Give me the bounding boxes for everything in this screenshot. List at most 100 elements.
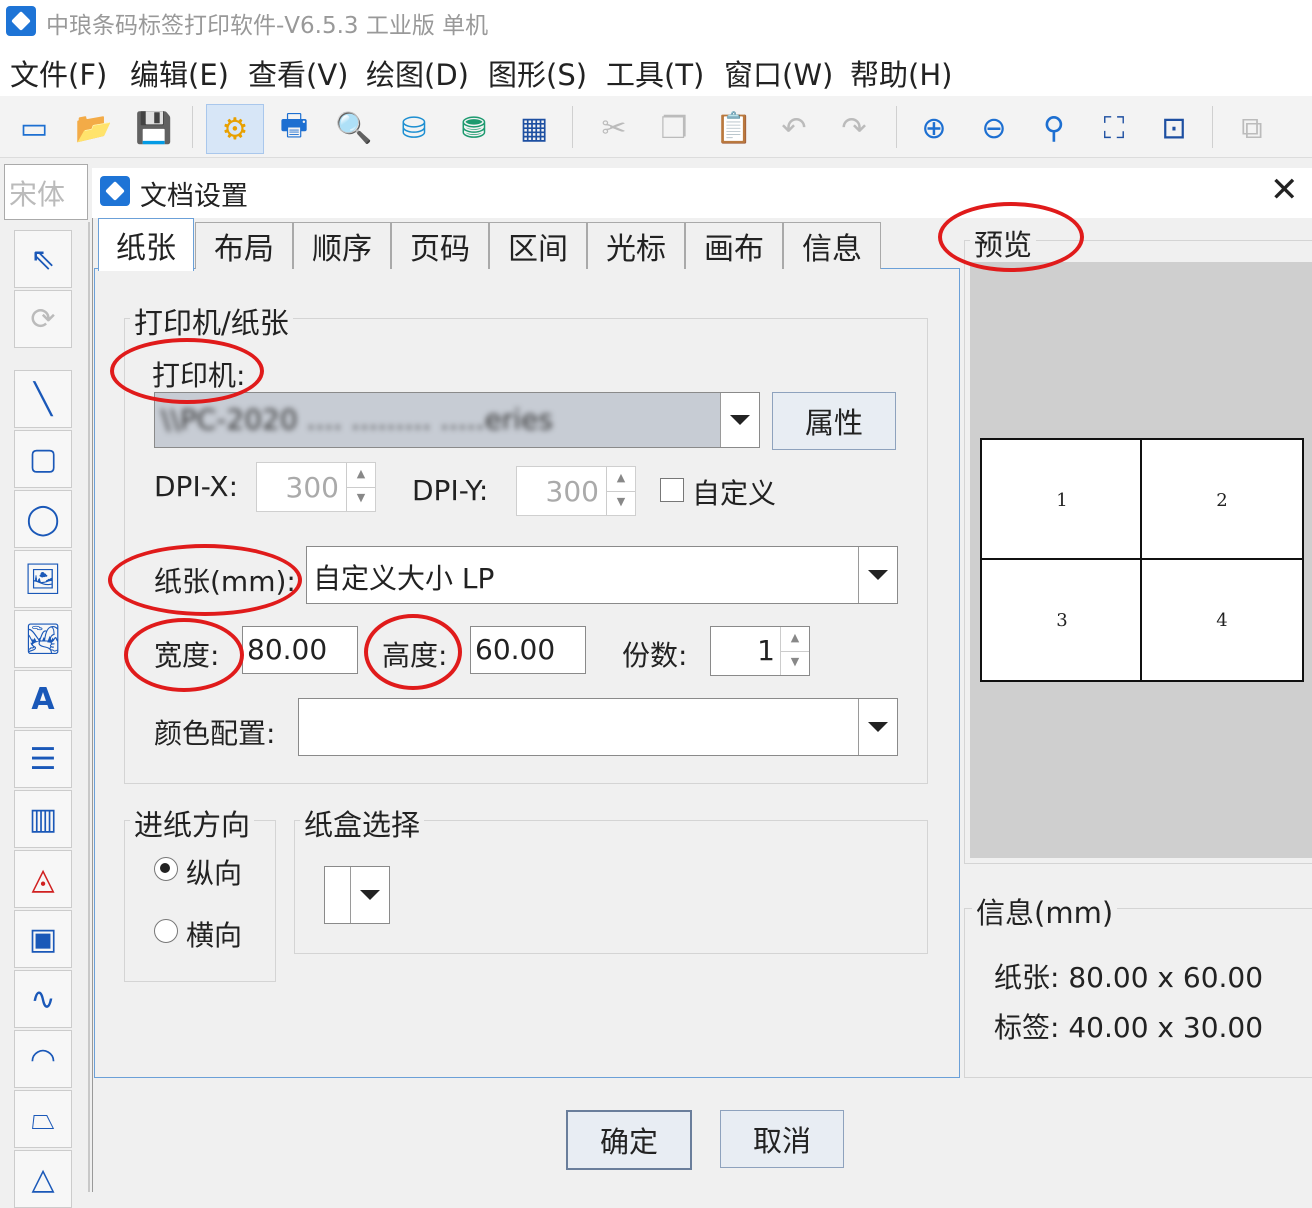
color-config-select[interactable] xyxy=(298,698,898,756)
fit-window-icon[interactable]: ⊡ xyxy=(1150,104,1198,152)
toolbar: ▭ 📂 💾 ⚙ 🖶 🔍 ⛁ ⛃ ▦ ✂ ❐ 📋 ↶ ↷ ⊕ ⊖ ⚲ ⛶ ⊡ ⧉ xyxy=(0,96,1312,158)
tab-page-number[interactable]: 页码 xyxy=(391,222,489,269)
copies-spinner[interactable]: ▲ ▼ xyxy=(780,627,809,675)
custom-checkbox[interactable] xyxy=(660,478,684,502)
zoom-out-icon[interactable]: ⊖ xyxy=(970,104,1018,152)
font-name-box[interactable]: 宋体 xyxy=(4,164,88,220)
dpi-x-label: DPI-X: xyxy=(154,470,239,503)
tab-range[interactable]: 区间 xyxy=(489,222,587,269)
qrcode-tool-icon[interactable]: ▣ xyxy=(14,910,72,968)
dialog-title-bar xyxy=(92,168,1312,218)
rich-text-tool-icon[interactable]: ☰ xyxy=(14,730,72,788)
triangle-tool-icon[interactable]: △ xyxy=(14,1150,72,1208)
cancel-button[interactable]: 取消 xyxy=(720,1110,844,1168)
preview-label-cell: 2 xyxy=(1140,438,1304,562)
polygon-tool-icon[interactable]: ◬ xyxy=(14,850,72,908)
zoom-in-icon[interactable]: ⊕ xyxy=(910,104,958,152)
info-label-size: 标签: 40.00 x 30.00 xyxy=(994,1011,1264,1044)
dpi-x-field[interactable]: 300 ▲ ▼ xyxy=(256,462,376,512)
select-tool-icon[interactable]: ⇖ xyxy=(14,230,72,288)
annotation-circle-height xyxy=(364,614,462,690)
rotate-tool-icon[interactable]: ⟳ xyxy=(14,290,72,348)
menu-window[interactable]: 窗口(W) xyxy=(724,52,833,94)
menu-edit[interactable]: 编辑(E) xyxy=(130,52,229,94)
portrait-radio[interactable] xyxy=(154,857,178,881)
landscape-radio[interactable] xyxy=(154,919,178,943)
app-title: 中琅条码标签打印软件-V6.5.3 工业版 单机 xyxy=(46,13,489,39)
copy-icon[interactable]: ❐ xyxy=(650,104,698,152)
print-icon[interactable]: 🖶 xyxy=(270,104,318,152)
save-icon[interactable]: 💾 xyxy=(130,104,178,152)
image-tool-icon[interactable]: 🖼 xyxy=(14,550,72,608)
annotation-circle-printer xyxy=(110,338,264,404)
preview-label-cell: 1 xyxy=(980,438,1144,562)
paper-tray-select[interactable] xyxy=(324,866,390,924)
menu-help[interactable]: 帮助(H) xyxy=(850,52,952,94)
landscape-label: 横向 xyxy=(186,919,243,952)
printer-select[interactable]: \\PC-2020 .... ......... .....eries xyxy=(154,392,760,448)
preview-label-cell: 3 xyxy=(980,558,1144,682)
barcode-tool-icon[interactable]: ▥ xyxy=(14,790,72,848)
chevron-down-icon[interactable] xyxy=(720,393,759,447)
print-preview-icon[interactable]: 🔍 xyxy=(330,104,378,152)
line-tool-icon[interactable]: ╲ xyxy=(14,370,72,428)
free-shape-tool-icon[interactable]: ⏢ xyxy=(14,1090,72,1148)
ok-button[interactable]: 确定 xyxy=(566,1110,692,1170)
database-refresh-icon[interactable]: ⛃ xyxy=(450,104,498,152)
properties-button[interactable]: 属性 xyxy=(772,392,896,450)
dpi-y-label: DPI-Y: xyxy=(412,474,489,507)
close-icon[interactable]: ✕ xyxy=(1270,170,1299,210)
dpi-y-spinner[interactable]: ▲ ▼ xyxy=(606,467,635,515)
menu-view[interactable]: 查看(V) xyxy=(248,52,348,94)
portrait-label: 纵向 xyxy=(186,857,243,890)
tab-paper[interactable]: 纸张 xyxy=(98,218,194,271)
paper-size-select[interactable]: 自定义大小 LP xyxy=(306,546,898,604)
undo-icon[interactable]: ↶ xyxy=(770,104,818,152)
copies-field[interactable]: 1 ▲ ▼ xyxy=(710,626,810,676)
printer-value: \\PC-2020 .... ......... .....eries xyxy=(161,403,553,436)
feed-direction-group xyxy=(124,820,276,982)
align-icon[interactable]: ⧉ xyxy=(1228,104,1276,152)
zoom-icon[interactable]: ⚲ xyxy=(1030,104,1078,152)
height-field[interactable]: 60.00 xyxy=(470,626,586,674)
curve-tool-icon[interactable]: ∿ xyxy=(14,970,72,1028)
doc-settings-icon[interactable]: ⚙ xyxy=(206,104,264,154)
dpi-x-spinner[interactable]: ▲ ▼ xyxy=(346,463,375,511)
menu-shape[interactable]: 图形(S) xyxy=(488,52,587,94)
tab-info[interactable]: 信息 xyxy=(783,222,881,269)
arc-tool-icon[interactable]: ◠ xyxy=(14,1030,72,1088)
info-label: 信息(mm) xyxy=(972,890,1118,932)
tab-cursor[interactable]: 光标 xyxy=(587,222,685,269)
printer-paper-group-label: 打印机/纸张 xyxy=(130,300,293,342)
annotation-circle-paper xyxy=(108,544,302,616)
redo-icon[interactable]: ↷ xyxy=(830,104,878,152)
chevron-down-icon[interactable] xyxy=(350,867,389,923)
open-icon[interactable]: 📂 xyxy=(70,104,118,152)
info-paper-size: 纸张: 80.00 x 60.00 xyxy=(994,961,1264,994)
menu-draw[interactable]: 绘图(D) xyxy=(366,52,469,94)
rect-tool-icon[interactable]: ▢ xyxy=(14,430,72,488)
database-icon[interactable]: ⛁ xyxy=(390,104,438,152)
ellipse-tool-icon[interactable]: ◯ xyxy=(14,490,72,548)
width-field[interactable]: 80.00 xyxy=(242,626,358,674)
dialog-title: 文档设置 xyxy=(140,181,248,212)
fit-page-icon[interactable]: ⛶ xyxy=(1090,104,1138,152)
paste-icon[interactable]: 📋 xyxy=(710,104,758,152)
image2-tool-icon[interactable]: 🏞 xyxy=(14,610,72,668)
grid-icon[interactable]: ▦ xyxy=(510,104,558,152)
tab-layout[interactable]: 布局 xyxy=(195,222,293,269)
chevron-down-icon[interactable] xyxy=(858,699,897,755)
feed-direction-label: 进纸方向 xyxy=(130,802,255,844)
tab-canvas[interactable]: 画布 xyxy=(685,222,783,269)
new-icon[interactable]: ▭ xyxy=(10,104,58,152)
tab-order[interactable]: 顺序 xyxy=(293,222,391,269)
cut-icon[interactable]: ✂ xyxy=(590,104,638,152)
app-logo-icon xyxy=(6,6,36,36)
dpi-y-field[interactable]: 300 ▲ ▼ xyxy=(516,466,636,516)
text-tool-icon[interactable]: A xyxy=(14,670,72,728)
paper-size-value: 自定义大小 LP xyxy=(313,562,495,595)
menu-tools[interactable]: 工具(T) xyxy=(606,52,704,94)
menu-file[interactable]: 文件(F) xyxy=(10,52,107,94)
tool-sidebar: ⇖ ⟳ ╲ ▢ ◯ 🖼 🏞 A ☰ ▥ ◬ ▣ ∿ ◠ ⏢ △ xyxy=(0,222,90,1208)
chevron-down-icon[interactable] xyxy=(858,547,897,603)
